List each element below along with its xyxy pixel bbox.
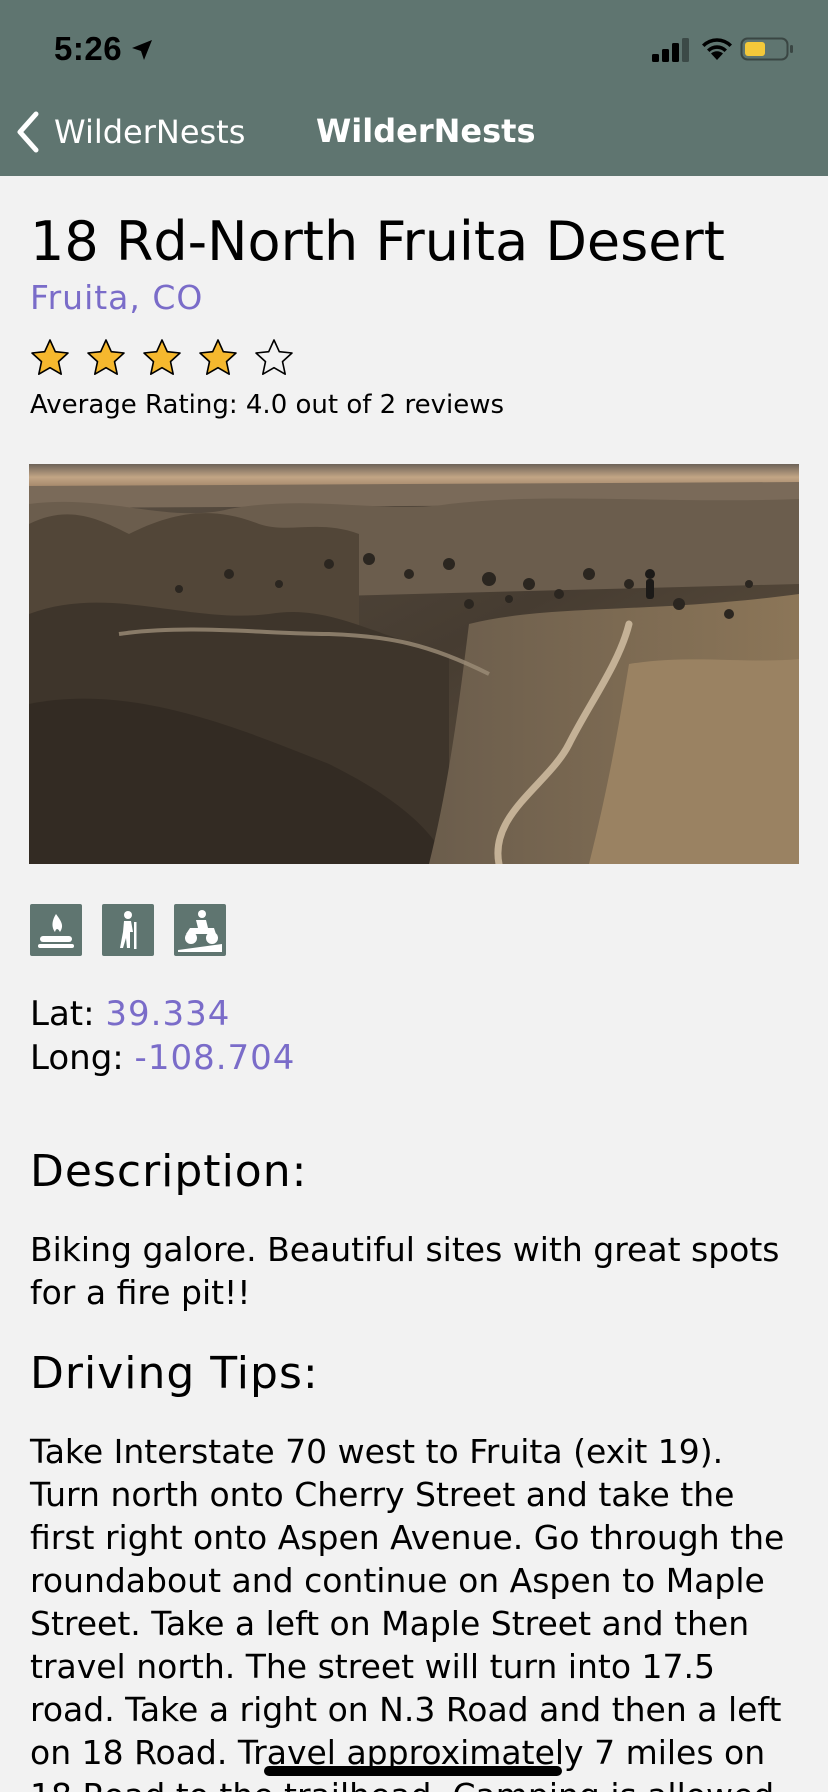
description-heading: Description:	[30, 1146, 308, 1197]
home-indicator[interactable]	[264, 1766, 562, 1776]
driving-tips-heading: Driving Tips:	[30, 1348, 319, 1399]
latitude-value[interactable]: 39.334	[105, 994, 230, 1034]
latitude-label: Lat:	[30, 994, 95, 1034]
star-filled-icon	[143, 339, 181, 375]
status-bar: 5:26	[0, 0, 828, 100]
desert-landscape-image	[29, 464, 799, 864]
longitude-label: Long:	[30, 1038, 124, 1078]
longitude-row: Long: -108.704	[30, 1038, 295, 1078]
wifi-icon	[702, 38, 732, 60]
latitude-row: Lat: 39.334	[30, 994, 230, 1034]
average-rating-text: Average Rating: 4.0 out of 2 reviews	[30, 390, 505, 420]
screen: 5:26 WilderNests WilderNests 18 Rd-North…	[0, 0, 828, 1792]
cellular-signal-icon	[652, 38, 689, 62]
hiking-icon	[102, 904, 154, 956]
location-arrow-icon	[132, 40, 152, 60]
site-photo[interactable]	[29, 464, 799, 864]
driving-tips-text: Take Interstate 70 west to Fruita (exit …	[30, 1432, 785, 1792]
campfire-icon	[30, 904, 82, 956]
star-empty-icon	[255, 339, 293, 375]
status-time: 5:26	[54, 30, 123, 67]
site-location[interactable]: Fruita, CO	[30, 278, 203, 317]
site-title: 18 Rd-North Fruita Desert	[30, 210, 725, 273]
star-filled-icon	[87, 339, 125, 375]
description-text: Biking galore. Beautiful sites with grea…	[30, 1230, 780, 1312]
back-button[interactable]: WilderNests	[14, 108, 245, 156]
longitude-value[interactable]: -108.704	[135, 1038, 296, 1078]
navigation-bar: WilderNests WilderNests	[0, 100, 828, 176]
back-button-label: WilderNests	[54, 113, 246, 151]
header: 5:26 WilderNests WilderNests	[0, 0, 828, 176]
amenity-icons	[30, 904, 226, 956]
battery-icon	[740, 37, 793, 61]
star-filled-icon	[199, 339, 237, 375]
star-rating	[30, 338, 294, 378]
star-filled-icon	[31, 339, 69, 375]
chevron-left-icon	[17, 111, 39, 153]
nav-title: WilderNests	[316, 112, 536, 150]
atv-icon	[174, 904, 226, 956]
